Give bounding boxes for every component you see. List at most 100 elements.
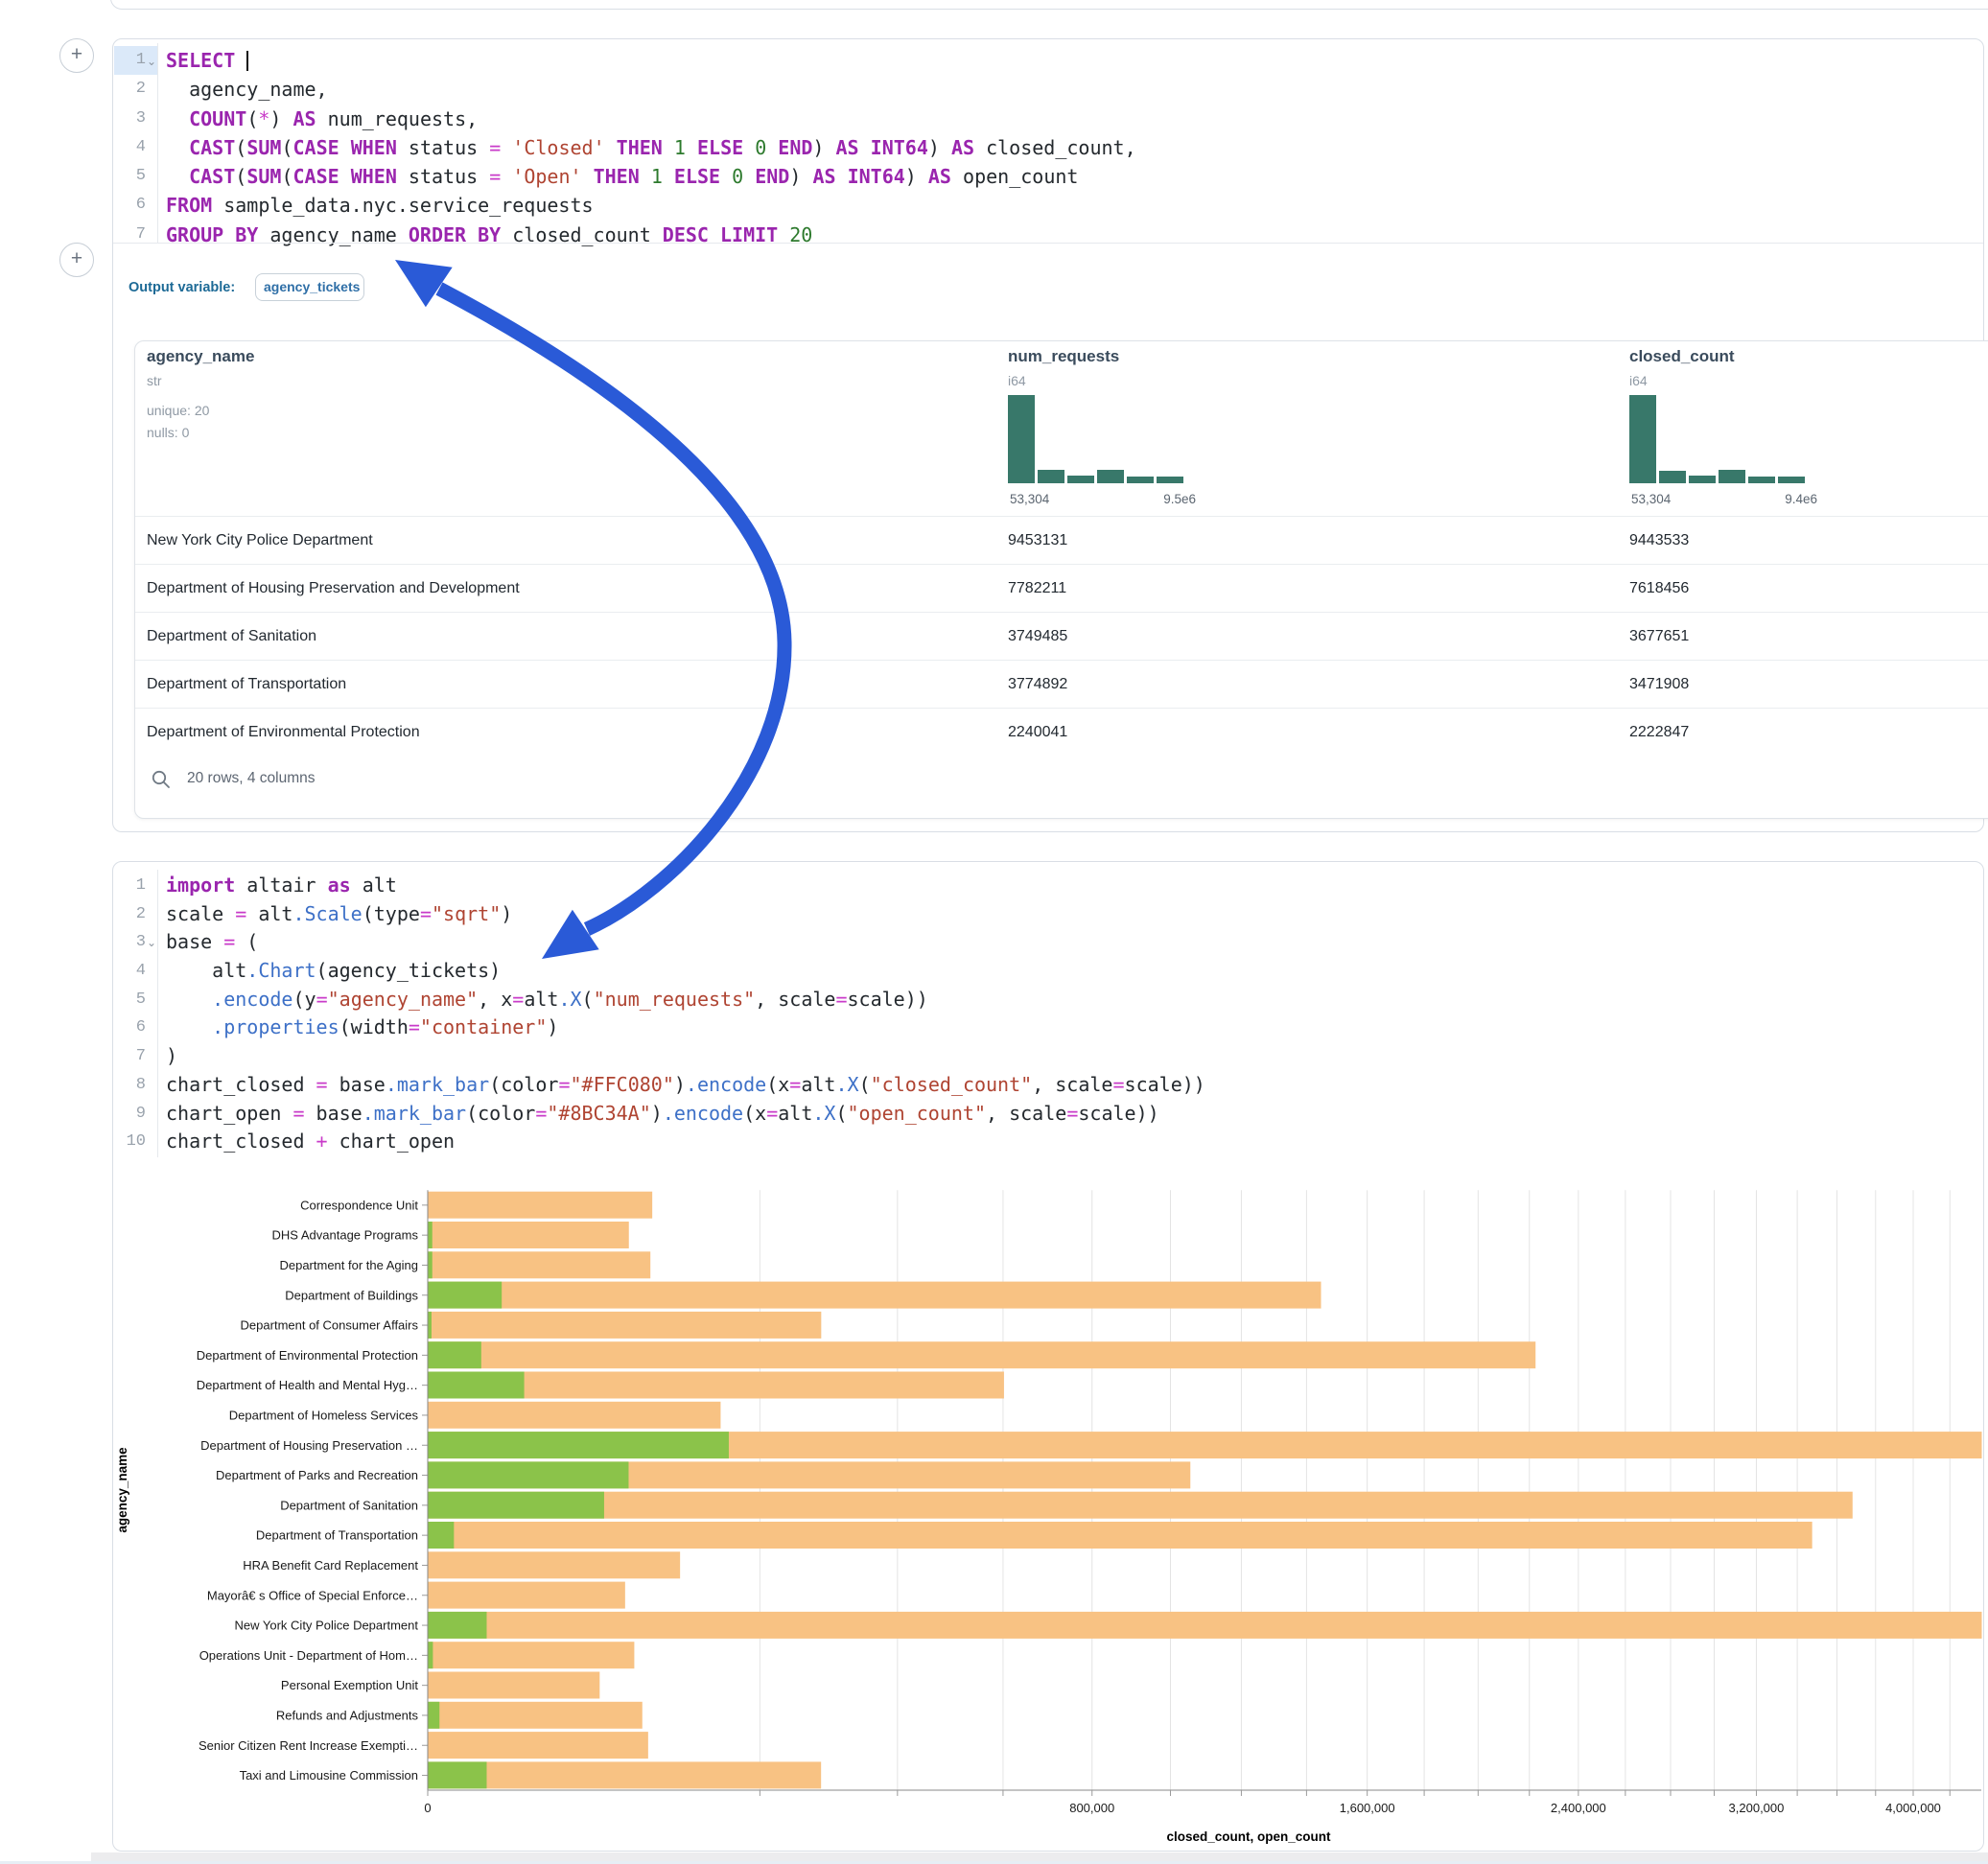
code-line[interactable]: 2scale = alt.Scale(type="sqrt") xyxy=(113,900,1974,929)
x-axis-tick-label: 2,400,000 xyxy=(1551,1801,1606,1815)
closed-count-bar xyxy=(429,1402,721,1429)
y-axis-label: Department of Environmental Protection xyxy=(197,1348,418,1363)
table-cell: 3677651 xyxy=(1629,613,1689,660)
fold-chevron-icon[interactable]: ⌄ xyxy=(147,47,156,76)
altair-bar-chart: Correspondence Unit DHS Advantage Program… xyxy=(113,1166,1983,1850)
table-cell: 7618456 xyxy=(1629,565,1689,612)
output-variable-pill[interactable]: agency_tickets xyxy=(255,273,364,301)
open-count-bar xyxy=(429,1312,432,1339)
open-count-bar xyxy=(429,1492,604,1519)
closed-count-bar xyxy=(429,1702,643,1729)
code-line[interactable]: 9chart_open = base.mark_bar(color="#8BC3… xyxy=(113,1100,1974,1129)
closed-count-bar xyxy=(429,1312,822,1339)
line-number: 2 xyxy=(113,75,146,104)
closed-count-bar xyxy=(429,1761,822,1788)
table-row[interactable]: Department of Transportation377489234719… xyxy=(135,660,1988,708)
column-stat-unique: unique: 20 xyxy=(147,403,209,418)
open-count-bar xyxy=(429,1522,455,1549)
open-count-bar xyxy=(429,1372,525,1399)
python-cell: 1import altair as alt2scale = alt.Scale(… xyxy=(112,861,1984,1852)
open-count-bar xyxy=(429,1432,729,1458)
column-header-agency-name[interactable]: agency_name xyxy=(147,347,254,366)
y-axis-label: Department of Buildings xyxy=(285,1288,418,1302)
code-line[interactable]: 2 agency_name, xyxy=(113,75,1974,104)
y-axis-label: Refunds and Adjustments xyxy=(276,1708,419,1722)
column-header-closed-count[interactable]: closed_count xyxy=(1629,347,1735,366)
code-line[interactable]: 7) xyxy=(113,1042,1974,1071)
code-line[interactable]: 7GROUP BY agency_name ORDER BY closed_co… xyxy=(113,221,1974,249)
y-axis-label: Department of Parks and Recreation xyxy=(216,1468,418,1482)
x-axis-tick-label: 0 xyxy=(424,1801,431,1815)
text-cursor xyxy=(246,51,248,71)
open-count-bar xyxy=(429,1282,503,1309)
table-cell: Department of Housing Preservation and D… xyxy=(147,565,520,612)
code-line[interactable]: 1import altair as alt xyxy=(113,872,1974,900)
y-axis-label: Correspondence Unit xyxy=(300,1198,418,1212)
closed-count-bar xyxy=(429,1672,600,1699)
y-axis-label: Taxi and Limousine Commission xyxy=(240,1768,418,1782)
code-line[interactable]: 3 COUNT(*) AS num_requests, xyxy=(113,105,1974,133)
code-line[interactable]: 5 .encode(y="agency_name", x=alt.X("num_… xyxy=(113,986,1974,1014)
closed-count-bar xyxy=(429,1251,651,1278)
open-count-bar xyxy=(429,1761,487,1788)
column-header-num-requests[interactable]: num_requests xyxy=(1008,347,1119,366)
y-axis-label: Operations Unit - Department of Hom… xyxy=(199,1648,418,1663)
open-count-bar xyxy=(429,1341,481,1368)
y-axis-label: DHS Advantage Programs xyxy=(272,1228,419,1243)
y-axis-label: Senior Citizen Rent Increase Exempti… xyxy=(199,1738,418,1753)
column-type-closed-count: i64 xyxy=(1629,373,1648,388)
closed-count-bar xyxy=(429,1192,653,1219)
open-count-bar xyxy=(429,1461,629,1488)
y-axis-title: agency_name xyxy=(115,1447,129,1533)
open-count-bar xyxy=(429,1642,433,1668)
line-number: 3 xyxy=(113,105,146,133)
table-row[interactable]: Department of Sanitation37494853677651 xyxy=(135,612,1988,660)
table-cell: 2222847 xyxy=(1629,709,1689,756)
code-line[interactable]: 4 CAST(SUM(CASE WHEN status = 'Closed' T… xyxy=(113,133,1974,162)
output-variable-label: Output variable: xyxy=(129,280,235,295)
code-line[interactable]: 8chart_closed = base.mark_bar(color="#FF… xyxy=(113,1071,1974,1100)
closed-count-bar xyxy=(429,1612,1982,1639)
y-axis-label: Department of Sanitation xyxy=(280,1498,418,1512)
table-cell: 7782211 xyxy=(1008,565,1066,612)
code-line[interactable]: 1⌄SELECT xyxy=(113,46,1974,75)
table-row[interactable]: Department of Housing Preservation and D… xyxy=(135,564,1988,612)
sql-code-editor[interactable]: 1⌄SELECT 2 agency_name,3 COUNT(*) AS num… xyxy=(113,46,1974,249)
line-number: 8 xyxy=(113,1071,146,1100)
y-axis-label: New York City Police Department xyxy=(235,1619,419,1633)
line-number: 5 xyxy=(113,986,146,1014)
table-row[interactable]: Department of Environmental Protection22… xyxy=(135,708,1988,756)
closed-count-bar xyxy=(429,1282,1321,1309)
line-number: 7 xyxy=(113,1042,146,1071)
table-cell: 3774892 xyxy=(1008,661,1067,708)
previous-cell-edge xyxy=(110,0,1988,10)
line-number: 10 xyxy=(113,1128,146,1156)
add-cell-button-output[interactable]: + xyxy=(59,243,94,277)
code-line[interactable]: 6 .properties(width="container") xyxy=(113,1014,1974,1042)
table-footer-summary: 20 rows, 4 columns xyxy=(187,766,316,791)
search-icon[interactable] xyxy=(151,769,172,790)
code-line[interactable]: 6FROM sample_data.nyc.service_requests xyxy=(113,191,1974,220)
line-number: 2 xyxy=(113,900,146,929)
closed-count-bar xyxy=(429,1551,681,1578)
open-count-bar xyxy=(429,1222,433,1248)
add-cell-button-top[interactable]: + xyxy=(59,38,94,73)
python-code-editor[interactable]: 1import altair as alt2scale = alt.Scale(… xyxy=(113,872,1974,1156)
code-line[interactable]: 4 alt.Chart(agency_tickets) xyxy=(113,957,1974,986)
y-axis-label: Department for the Aging xyxy=(279,1258,418,1272)
closed-count-bar xyxy=(429,1642,635,1668)
line-number: 3 xyxy=(113,928,146,957)
open-count-bar xyxy=(429,1612,487,1639)
fold-chevron-icon[interactable]: ⌄ xyxy=(147,929,156,958)
table-cell: 9443533 xyxy=(1629,517,1689,564)
code-line[interactable]: 3⌄base = ( xyxy=(113,928,1974,957)
code-line[interactable]: 10chart_closed + chart_open xyxy=(113,1128,1974,1156)
table-row[interactable]: New York City Police Department945313194… xyxy=(135,516,1988,564)
line-number: 9 xyxy=(113,1100,146,1129)
line-number: 1 xyxy=(113,872,146,900)
open-count-bar xyxy=(429,1251,433,1278)
svg-text:53,304: 53,304 xyxy=(1631,492,1672,506)
code-line[interactable]: 5 CAST(SUM(CASE WHEN status = 'Open' THE… xyxy=(113,162,1974,191)
y-axis-label: Department of Health and Mental Hyg… xyxy=(197,1378,418,1392)
x-axis-tick-label: 1,600,000 xyxy=(1340,1801,1395,1815)
